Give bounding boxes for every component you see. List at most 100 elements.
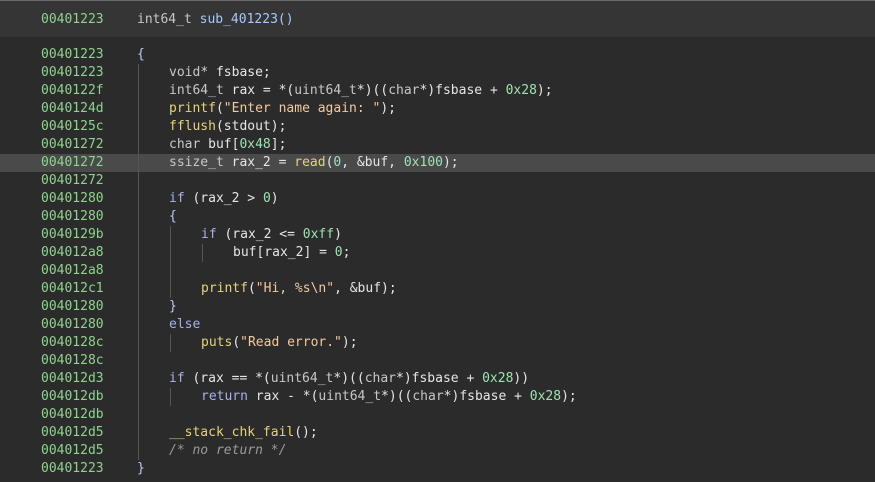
code-token[interactable]: (rax_2 <= [217,227,303,242]
line-address[interactable]: 004012d3 [41,370,104,388]
code-token[interactable]: __stack_chk_fail [169,425,294,440]
code-line[interactable]: 004012c1 printf("Hi, %s\n", &buf); [0,280,875,298]
code-token[interactable]: return [201,389,248,404]
code-token[interactable]: /* no return */ [169,443,286,458]
code-token[interactable]: ) [271,191,279,206]
line-address[interactable]: 0040122f [41,82,104,100]
line-source[interactable]: if (rax_2 > 0) [169,190,279,208]
code-line[interactable]: 0040128c [0,352,875,370]
code-token[interactable]: if [169,191,185,206]
line-address[interactable]: 00401272 [41,154,104,172]
code-line[interactable]: 004012db [0,406,875,424]
code-token[interactable]: ); [561,389,577,404]
code-token[interactable]: char [365,371,396,386]
code-token[interactable]: 0x28 [482,371,513,386]
code-token[interactable]: "Hi, %s\n" [256,281,334,296]
line-source[interactable]: buf[rax_2] = 0; [233,244,350,262]
code-token[interactable]: puts [201,335,232,350]
code-token[interactable]: char [388,83,419,98]
code-line[interactable]: 00401280 if (rax_2 > 0) [0,190,875,208]
line-source[interactable]: return rax - *(uint64_t*)((char*)fsbase … [201,388,577,406]
code-line[interactable]: 00401223 void* fsbase; [0,64,875,82]
code-token[interactable]: ); [342,335,358,350]
code-token[interactable]: ) [334,227,342,242]
code-line[interactable]: 004012d5 /* no return */ [0,442,875,460]
line-source[interactable]: if (rax_2 <= 0xff) [201,226,342,244]
code-line[interactable]: 0040124d printf("Enter name again: "); [0,100,875,118]
code-token[interactable]: ]; [271,137,287,152]
line-source[interactable]: char buf[0x48]; [169,136,286,154]
code-line[interactable]: 00401272 [0,172,875,190]
code-token[interactable]: ); [443,155,459,170]
code-token[interactable]: ); [380,101,396,116]
code-line[interactable]: 004012a8 buf[rax_2] = 0; [0,244,875,262]
code-token[interactable]: 0x100 [404,155,443,170]
code-line[interactable]: 00401223 { [0,46,875,64]
line-source[interactable]: __stack_chk_fail(); [169,424,318,442]
line-source[interactable]: else [169,316,200,334]
code-token[interactable]: rax_2 = [232,155,295,170]
line-source[interactable]: if (rax == *(uint64_t*)((char*)fsbase + … [169,370,529,388]
code-token[interactable]: 0 [335,245,343,260]
code-token[interactable]: printf [201,281,248,296]
line-source[interactable]: { [137,46,145,64]
code-token[interactable]: 0x28 [506,83,537,98]
code-line[interactable]: 00401272 char buf[0x48]; [0,136,875,154]
code-token[interactable]: ); [537,83,553,98]
function-signature[interactable]: int64_t sub_401223() [137,12,294,27]
code-token[interactable]: { [137,47,145,62]
function-name[interactable]: sub_401223() [200,12,294,27]
code-token[interactable]: , &buf, [341,155,404,170]
code-token[interactable]: *)(( [357,83,388,98]
code-token[interactable]: ( [216,101,224,116]
line-source[interactable]: /* no return */ [169,442,286,460]
code-line[interactable]: 00401280} [0,298,875,316]
line-source[interactable]: ssize_t rax_2 = read(0, &buf, 0x100); [169,154,459,172]
code-token[interactable]: *)fsbase + [444,389,530,404]
code-token[interactable]: , &buf); [334,281,397,296]
line-address[interactable]: 004012c1 [41,280,104,298]
code-line[interactable]: 004012d3 if (rax == *(uint64_t*)((char*)f… [0,370,875,388]
line-source[interactable]: { [169,208,177,226]
code-token[interactable]: rax = *( [232,83,295,98]
code-line[interactable]: 0040125c fflush(stdout); [0,118,875,136]
code-token[interactable]: * [200,65,216,80]
line-address[interactable]: 004012db [41,406,104,424]
line-address[interactable]: 00401272 [41,136,104,154]
code-token[interactable]: uint64_t [318,389,381,404]
code-token[interactable]: "Enter name again: " [224,101,381,116]
code-token[interactable]: (rax == *( [185,371,270,386]
line-source[interactable]: fflush(stdout); [169,118,286,136]
code-token[interactable]: if [169,371,185,386]
code-token[interactable]: read [294,155,325,170]
code-token[interactable]: } [137,461,145,476]
code-token[interactable]: buf[rax_2] = [233,245,335,260]
decompiled-code-view[interactable]: 00401223 {00401223 void* fsbase; 0040122f in… [0,46,875,478]
code-token[interactable]: char [412,389,443,404]
line-address[interactable]: 00401223 [41,64,104,82]
code-token[interactable]: void [169,65,200,80]
code-token[interactable]: ( [248,281,256,296]
code-line[interactable]: 00401280 { [0,208,875,226]
line-source[interactable]: printf("Enter name again: "); [169,100,396,118]
code-token[interactable]: "Read error." [240,335,342,350]
code-token[interactable]: 0 [263,191,271,206]
line-address[interactable]: 004012a8 [41,244,104,262]
line-address[interactable]: 004012db [41,388,104,406]
code-token[interactable]: uint64_t [271,371,334,386]
line-address[interactable]: 00401223 [41,46,104,64]
line-address[interactable]: 00401280 [41,190,104,208]
function-header[interactable]: 00401223 int64_t sub_401223() [0,1,875,37]
code-token[interactable]: rax - *( [248,389,319,404]
code-token[interactable]: *)fsbase + [396,371,482,386]
line-address[interactable]: 00401280 [41,208,104,226]
code-line[interactable]: 004012a8 [0,262,875,280]
code-token[interactable]: if [201,227,217,242]
line-address[interactable]: 004012d5 [41,424,104,442]
code-line[interactable]: 004012db return rax - *(uint64_t*)((char*… [0,388,875,406]
code-token[interactable]: 0x48 [239,137,270,152]
line-address[interactable]: 00401223 [41,460,104,478]
code-token[interactable]: 0x28 [530,389,561,404]
code-token[interactable]: 0xff [303,227,334,242]
code-token[interactable]: printf [169,101,216,116]
